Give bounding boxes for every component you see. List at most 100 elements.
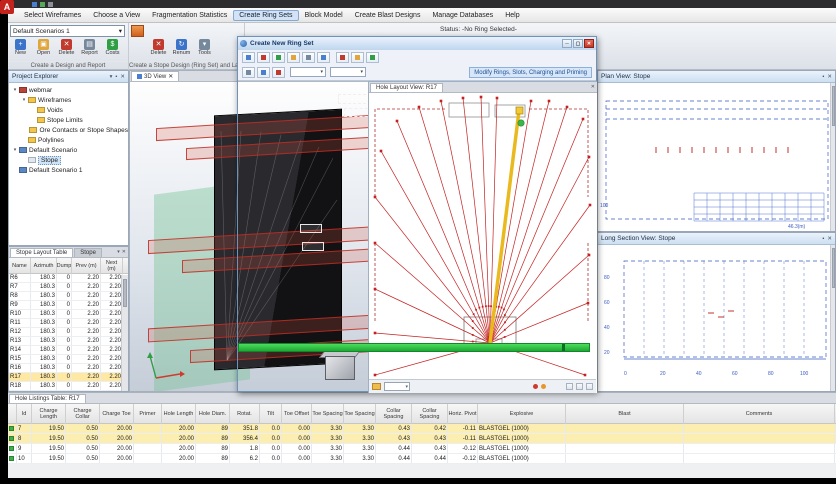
ribbon-icon[interactable] (302, 52, 315, 63)
expand-icon[interactable]: ▾ (20, 97, 28, 103)
ribbon-icon[interactable] (272, 67, 285, 78)
column-header-blast-16[interactable]: Blast (566, 404, 684, 424)
column-header-collar-spacing-13[interactable]: Collar Spacing (412, 404, 448, 424)
toolbar-button-new[interactable]: +New (9, 39, 32, 60)
ribbon-dropdown[interactable]: ▾ (290, 67, 326, 77)
close-icon[interactable]: ✕ (827, 74, 832, 80)
create-ring-set-icon[interactable] (131, 25, 144, 37)
primer-color-icon[interactable] (541, 384, 546, 389)
maximize-button[interactable]: ▢ (573, 39, 583, 48)
close-icon[interactable]: ✕ (827, 236, 832, 242)
pin-icon[interactable]: ▪ (822, 74, 824, 80)
plan-view-scrollbar[interactable] (830, 83, 835, 231)
column-header-explosive-15[interactable]: Explosive (478, 404, 566, 424)
app-logo-icon[interactable]: A (0, 0, 14, 14)
long-section-scrollbar[interactable] (830, 245, 835, 391)
ring-position-bar[interactable] (238, 343, 590, 352)
table-row-r6[interactable]: R6180.302.202.20 (9, 274, 128, 283)
ribbon-icon[interactable] (366, 52, 379, 63)
ring-canvas-svg[interactable] (369, 93, 596, 380)
column-header-rotat-7[interactable]: Rotat. (230, 404, 260, 424)
close-icon[interactable]: ✕ (120, 74, 125, 80)
charge-color-icon[interactable] (533, 384, 538, 389)
tab-stope[interactable]: Stope (74, 248, 102, 257)
ribbon-icon[interactable] (351, 52, 364, 63)
column-header-tilt-8[interactable]: Tilt (260, 404, 282, 424)
column-header-comments-17[interactable]: Comments (684, 404, 835, 424)
column-header-dump[interactable]: Dump (57, 258, 72, 274)
expand-icon[interactable]: ▾ (11, 87, 19, 93)
expand-icon[interactable]: ▾ (11, 147, 19, 153)
stope-table-scrollbar[interactable] (121, 275, 128, 391)
ribbon-icon[interactable] (272, 52, 285, 63)
ribbon-icon[interactable] (317, 52, 330, 63)
table-row-r13[interactable]: R13180.302.202.20 (9, 337, 128, 346)
close-icon[interactable]: ✕ (168, 73, 173, 80)
table-row-r14[interactable]: R14180.302.202.20 (9, 346, 128, 355)
column-header-primer-4[interactable]: Primer (134, 404, 162, 424)
minimize-button[interactable]: ─ (562, 39, 572, 48)
save-icon[interactable] (40, 2, 45, 7)
tree-item-default-scenario-1[interactable]: Default Scenario 1 (9, 165, 128, 175)
toolbar-button-renum[interactable]: ↻Renum (170, 39, 193, 60)
tab-stope-layout-table[interactable]: Stope Layout Table (10, 248, 73, 257)
table-row-r17[interactable]: R17180.302.202.20 (9, 373, 128, 382)
menu-tab-block-model[interactable]: Block Model (299, 10, 349, 21)
hole-row-9[interactable]: 919.500.5020.0020.00891.80.00.003.303.30… (8, 444, 836, 454)
folder-icon[interactable] (372, 383, 381, 390)
close-button[interactable]: ✕ (584, 39, 594, 48)
undo-icon[interactable] (48, 2, 53, 7)
ring-design-canvas[interactable] (369, 93, 596, 380)
menu-tab-fragmentation-statistics[interactable]: Fragmentation Statistics (146, 10, 233, 21)
column-header-hole-length-5[interactable]: Hole Length (162, 404, 196, 424)
tab-3d-view[interactable]: 3D View ✕ (131, 71, 179, 81)
toolbar-button-open[interactable]: ▣Open (32, 39, 55, 60)
plan-view-drawing[interactable]: 100 46.3(m) (598, 83, 835, 231)
tab-hole-listings[interactable]: Hole Listings Table: R17 (9, 394, 86, 403)
column-header-next-m[interactable]: Next (m) (101, 258, 123, 274)
menu-tab-create-ring-sets[interactable]: Create Ring Sets (233, 10, 298, 21)
column-header-prev-m[interactable]: Prev (m) (72, 258, 101, 274)
table-row-r10[interactable]: R10180.302.202.20 (9, 310, 128, 319)
menu-tab-choose-a-view[interactable]: Choose a View (87, 10, 146, 21)
ribbon-icon[interactable] (257, 67, 270, 78)
tree-item-ore-contacts-or-stope-shapes[interactable]: Ore Contacts or Stope Shapes (9, 125, 128, 135)
hole-row-7[interactable]: 719.500.5020.0020.0089351.80.00.003.303.… (8, 424, 836, 434)
toolbar-button-delete[interactable]: ✕Delete (55, 39, 78, 60)
toolbar-button-tools[interactable]: ▾Tools (193, 39, 216, 60)
table-row-r7[interactable]: R7180.302.202.20 (9, 283, 128, 292)
column-header-horiz-pivot-14[interactable]: Horiz. Pivot (448, 404, 478, 424)
table-row-r11[interactable]: R11180.302.202.20 (9, 319, 128, 328)
table-row-r18[interactable]: R18180.302.202.20 (9, 382, 128, 391)
table-row-r15[interactable]: R15180.302.202.20 (9, 355, 128, 364)
table-row-r9[interactable]: R9180.302.202.20 (9, 301, 128, 310)
menu-tab-select-wireframes[interactable]: Select Wireframes (18, 10, 87, 21)
tab-hole-layout-view[interactable]: Hole Layout View: R17 (370, 83, 443, 92)
tree-item-stope[interactable]: Stope (9, 155, 128, 165)
toolbar-button-delete[interactable]: ✕Delete (147, 39, 170, 60)
menu-tab-manage-databases[interactable]: Manage Databases (426, 10, 499, 21)
tree-item-voids[interactable]: Voids (9, 105, 128, 115)
close-icon[interactable]: ✕ (122, 249, 126, 255)
tree-item-webmar[interactable]: ▾webmar (9, 85, 128, 95)
column-header-hole-diam-6[interactable]: Hole Diam. (196, 404, 230, 424)
scenario-dropdown[interactable]: Default Scenarios 1 ▾ (10, 25, 125, 37)
close-icon[interactable]: ✕ (591, 84, 595, 90)
tree-item-polylines[interactable]: Polylines (9, 135, 128, 145)
tree-item-stope-limits[interactable]: Stope Limits (9, 115, 128, 125)
table-row-r8[interactable]: R8180.302.202.20 (9, 292, 128, 301)
column-header-collar-spacing-12[interactable]: Collar Spacing (376, 404, 412, 424)
column-header-toe-spacing-11[interactable]: Toe Spacing (344, 404, 376, 424)
toolbar-button-report[interactable]: ▤Report (78, 39, 101, 60)
footer-tool-icon[interactable] (586, 383, 593, 390)
menu-tab-create-blast-designs[interactable]: Create Blast Designs (349, 10, 427, 21)
column-header-charge-length-1[interactable]: Charge Length (32, 404, 66, 424)
footer-tool-icon[interactable] (566, 383, 573, 390)
footer-dropdown[interactable]: ▾ (384, 382, 410, 391)
menu-tab-help[interactable]: Help (499, 10, 525, 21)
ribbon-icon[interactable] (257, 52, 270, 63)
ribbon-icon[interactable] (242, 52, 255, 63)
toolbar-button-costs[interactable]: $Costs (101, 39, 124, 60)
column-header-azimuth[interactable]: Azimuth (31, 258, 57, 274)
chevron-down-icon[interactable]: ▾ (110, 74, 113, 80)
